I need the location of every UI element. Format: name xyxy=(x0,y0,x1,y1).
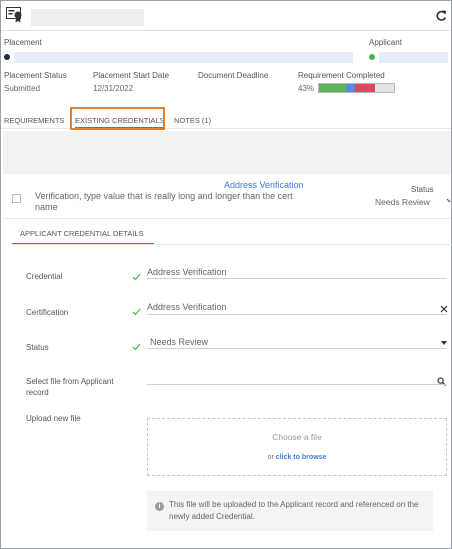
checkmark-icon xyxy=(132,338,141,351)
certification-field-label: Certification xyxy=(26,308,69,317)
placement-status-dot xyxy=(4,54,10,60)
progress-segment-2 xyxy=(355,84,375,92)
select-file-label: Select file from Applicant record xyxy=(26,377,114,397)
chevron-down-icon[interactable] xyxy=(441,341,447,345)
applicant-label: Applicant xyxy=(369,38,402,47)
tab-applicant-credential-details[interactable]: APPLICANT CREDENTIAL DETAILS xyxy=(20,229,144,238)
credential-link[interactable]: Address Verification xyxy=(224,180,304,190)
credential-field-label: Credential xyxy=(26,272,63,281)
credential-field-underline xyxy=(147,278,447,279)
placement-status-value: Submitted xyxy=(4,84,41,93)
status-select[interactable]: Needs Review xyxy=(150,337,208,347)
close-icon[interactable] xyxy=(440,300,448,313)
info-message-text: This file will be uploaded to the Applic… xyxy=(169,500,419,521)
credential-description: Verification, type value that is really … xyxy=(35,191,293,212)
chevron-down-icon[interactable] xyxy=(446,193,452,202)
progress-segment-1 xyxy=(346,84,355,92)
document-deadline-label: Document Deadline xyxy=(198,71,269,80)
tab-divider xyxy=(1,128,451,129)
subtab-divider xyxy=(12,244,452,245)
start-date-value: 12/31/2022 xyxy=(93,84,134,93)
drop-zone-subtitle: or click to browse xyxy=(148,454,446,461)
placement-name-placeholder xyxy=(14,52,353,63)
page-title-placeholder xyxy=(31,9,144,26)
requirement-percent: 43% xyxy=(298,84,315,93)
select-file-input[interactable] xyxy=(147,384,447,385)
status-select-underline xyxy=(147,348,447,349)
toolbar-placeholder xyxy=(3,131,451,174)
active-subtab-underline xyxy=(12,243,154,244)
credential-field[interactable]: Address Verification xyxy=(147,267,227,277)
file-drop-zone[interactable]: Choose a file or click to browse xyxy=(147,418,447,476)
tab-notes[interactable]: NOTES (1) xyxy=(174,116,211,125)
applicant-status-dot xyxy=(369,54,375,60)
tab-highlight-box xyxy=(70,107,165,130)
progress-segment-0 xyxy=(319,84,346,92)
header-bar xyxy=(1,1,451,31)
row-divider xyxy=(3,218,451,219)
tab-requirements[interactable]: REQUIREMENTS xyxy=(4,116,64,125)
drop-zone-title: Choose a file xyxy=(272,432,322,442)
applicant-name-placeholder xyxy=(379,52,448,63)
placement-status-label: Placement Status xyxy=(4,71,67,80)
certification-field[interactable]: Address Verification xyxy=(147,302,227,312)
checkmark-icon xyxy=(132,303,141,316)
progress-segment-3 xyxy=(374,84,394,92)
placement-label: Placement xyxy=(4,38,42,47)
info-icon: i xyxy=(155,502,164,511)
requirement-completed-label: Requirement Completed xyxy=(298,71,385,80)
status-header: Status xyxy=(411,185,434,194)
drop-zone-or: or xyxy=(267,454,274,461)
start-date-label: Placement Start Date xyxy=(93,71,170,80)
credential-status-value: Needs Review xyxy=(375,197,430,207)
checkmark-icon xyxy=(132,268,141,281)
status-field-label: Status xyxy=(26,343,49,352)
credential-checkbox[interactable] xyxy=(12,194,21,203)
upload-file-label: Upload new file xyxy=(26,414,81,423)
requirement-progress-bar xyxy=(318,83,395,93)
certification-field-underline xyxy=(147,314,447,315)
credential-badge-icon xyxy=(6,7,23,23)
info-message: i This file will be uploaded to the Appl… xyxy=(147,491,433,531)
search-icon[interactable] xyxy=(437,373,446,386)
refresh-icon[interactable] xyxy=(435,9,447,22)
browse-link[interactable]: click to browse xyxy=(276,454,327,461)
